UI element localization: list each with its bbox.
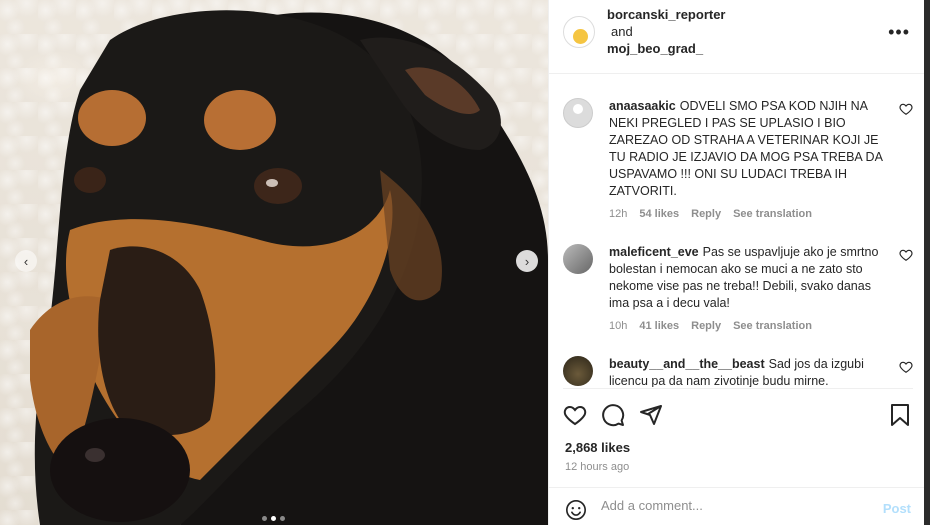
comment-likes[interactable]: 54 likes	[639, 206, 679, 223]
comment-composer: Post	[549, 487, 925, 525]
carousel-dot	[262, 516, 267, 521]
comment-item: beauty__and__the__beast Sad jos da izgubi…	[563, 356, 913, 387]
comment-item: maleficent_eve Pas se uspavljuje ako je s…	[563, 244, 913, 335]
post-comment-button[interactable]: Post	[883, 501, 911, 516]
comments-list[interactable]: ‾‾‾ ‾ ‾‾‾ anaasaakicODVELI SMO PSA KOD N…	[549, 74, 925, 387]
instagram-post-window: ‹ › borcanski_reporter and moj_beo_grad_…	[0, 0, 930, 525]
previous-image-button[interactable]: ‹	[15, 250, 37, 272]
post-actions	[563, 388, 913, 428]
author-secondary-link[interactable]: moj_beo_grad_	[607, 40, 726, 57]
like-heart-icon[interactable]	[563, 403, 587, 427]
chevron-right-icon: ›	[524, 253, 530, 269]
comment-username[interactable]: maleficent_eve	[609, 245, 699, 259]
comment-username[interactable]: anaasaakic	[609, 99, 676, 113]
carousel-dots	[262, 516, 285, 521]
emoji-icon[interactable]	[565, 499, 587, 521]
author-primary-link[interactable]: borcanski_reporter	[607, 6, 726, 23]
author-connector: and	[611, 24, 633, 39]
save-bookmark-icon[interactable]	[889, 403, 911, 427]
reply-button[interactable]: Reply	[691, 206, 721, 223]
post-timestamp[interactable]: 12 hours ago	[565, 461, 629, 473]
more-options-button[interactable]: •••	[888, 22, 910, 43]
see-translation-button[interactable]: See translation	[733, 318, 812, 335]
comment-age[interactable]: 10h	[609, 318, 627, 335]
logo-face-icon	[573, 29, 588, 44]
commenter-avatar[interactable]	[563, 98, 593, 128]
comment-body: maleficent_eve Pas se uspavljuje ako je s…	[609, 244, 891, 335]
next-image-button[interactable]: ›	[516, 250, 538, 272]
heart-icon[interactable]	[899, 248, 913, 262]
reply-button[interactable]: Reply	[691, 318, 721, 335]
comment-meta: 12h 54 likes Reply See translation	[609, 206, 891, 223]
share-paper-plane-icon[interactable]	[639, 403, 663, 427]
dog-photo	[30, 10, 548, 525]
heart-icon[interactable]	[899, 102, 913, 116]
post-photo[interactable]: ‹ ›	[0, 0, 548, 525]
comment-item: anaasaakic ODVELI SMO PSA KOD NJIH NA NEK…	[563, 98, 913, 223]
author-avatar[interactable]	[563, 16, 595, 48]
add-comment-input[interactable]	[601, 498, 861, 513]
comment-body: anaasaakic ODVELI SMO PSA KOD NJIH NA NEK…	[609, 98, 891, 223]
commenter-avatar[interactable]	[563, 356, 593, 386]
chevron-left-icon: ‹	[23, 253, 29, 269]
heart-icon[interactable]	[899, 360, 913, 374]
more-horizontal-icon: •••	[888, 22, 910, 42]
carousel-dot	[280, 516, 285, 521]
post-side-panel: borcanski_reporter and moj_beo_grad_ •••…	[548, 0, 925, 525]
comment-text: ODVELI SMO PSA KOD NJIH NA NEKI PREGLED …	[609, 99, 883, 198]
comment-body: beauty__and__the__beast Sad jos da izgubi…	[609, 356, 891, 387]
comment-age[interactable]: 12h	[609, 206, 627, 223]
window-edge	[924, 0, 930, 525]
author-names: borcanski_reporter and moj_beo_grad_	[607, 6, 726, 57]
commenter-avatar[interactable]	[563, 244, 593, 274]
comment-bubble-icon[interactable]	[601, 403, 625, 427]
comment-meta: 10h 41 likes Reply See translation	[609, 318, 891, 335]
clipped-comment-fragment: ‾‾‾ ‾ ‾‾‾	[613, 74, 648, 80]
likes-count[interactable]: 2,868 likes	[565, 440, 630, 455]
comment-username[interactable]: beauty__and__the__beast	[609, 357, 765, 371]
see-translation-button[interactable]: See translation	[733, 206, 812, 223]
carousel-dot-active	[271, 516, 276, 521]
post-header: borcanski_reporter and moj_beo_grad_ •••	[549, 0, 924, 74]
comment-likes[interactable]: 41 likes	[639, 318, 679, 335]
